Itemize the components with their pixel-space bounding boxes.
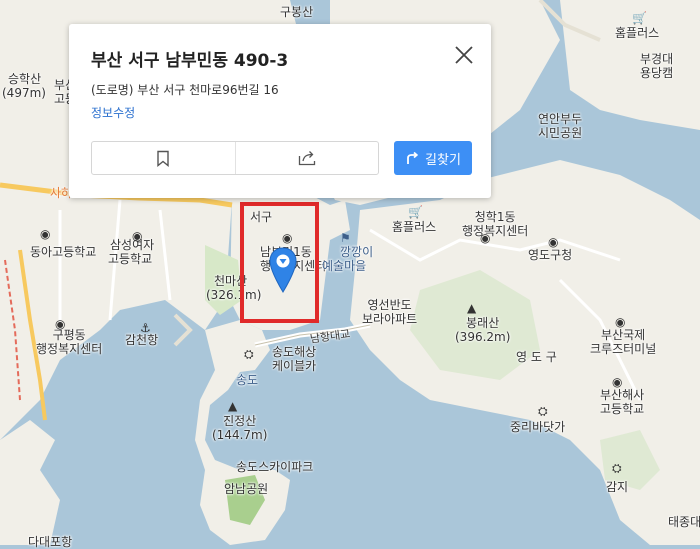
- edit-info-link[interactable]: 정보수정: [91, 104, 135, 121]
- label-songdo-cable-2: 케이블카: [272, 359, 317, 373]
- action-button-group: [91, 141, 379, 175]
- poi-marker-icon: ◉: [480, 231, 491, 245]
- share-button[interactable]: [234, 142, 379, 174]
- place-title: 부산 서구 남부민동 490-3: [91, 51, 289, 71]
- close-icon[interactable]: [453, 44, 475, 66]
- label-gganggangi-2: 예술마을: [322, 259, 367, 273]
- label-gamji: 감지: [606, 480, 629, 494]
- label-yeonanbudu-2: 시민공원: [538, 126, 583, 140]
- poi-marker-icon: ◉: [55, 317, 66, 331]
- mountain-icon: ⚓: [140, 321, 151, 335]
- share-icon: [298, 151, 315, 166]
- label-yeongseon-1: 영선반도: [367, 298, 412, 312]
- mountain-icon: ⛭: [538, 404, 548, 418]
- label-homeplus2: 홈플러스: [392, 220, 437, 234]
- label-samsung-girls-2: 고등학교: [108, 252, 153, 266]
- cart-icon: 🛒: [408, 205, 423, 219]
- label-gamcheonhang: 감천항: [125, 333, 159, 347]
- label-yeonanbudu-1: 연안부두: [538, 112, 583, 126]
- flag-icon: ⚑: [340, 231, 351, 245]
- label-bongraesan-1: 봉래산: [466, 316, 500, 330]
- label-guppyeong: 구평동 행정복지센터: [36, 328, 102, 356]
- label-gubongsan: 구봉산: [280, 5, 314, 19]
- label-jungri: 중리바닷가: [510, 420, 566, 434]
- label-busan-cruise: 부산국제 크루즈터미널: [590, 328, 656, 356]
- label-guppyeong-1: 구평동: [52, 328, 86, 342]
- label-busan-cruise-2: 크루즈터미널: [590, 342, 657, 356]
- route-icon: [407, 151, 419, 164]
- label-busan-cruise-1: 부산국제: [601, 328, 646, 342]
- label-yeongseon: 영선반도 보라아파트: [362, 298, 417, 326]
- poi-marker-icon: ◉: [612, 375, 623, 389]
- label-bugyeong-1: 부경대: [640, 52, 674, 66]
- label-gganggangi: 깡깡이 예술마을: [322, 245, 373, 273]
- road-address: (도로명) 부산 서구 천마로96번길 16: [91, 83, 279, 97]
- label-seunghaksan-ele: (497m): [2, 86, 46, 100]
- mountain-icon: ▲: [467, 301, 477, 315]
- poi-marker-icon: ◉: [132, 229, 143, 243]
- location-pin-icon[interactable]: [269, 246, 297, 294]
- label-taejong: 태종대: [668, 515, 700, 529]
- poi-marker-icon: ◉: [615, 315, 626, 329]
- label-busan-haesa-1: 부산해사: [600, 388, 645, 402]
- label-seunghaksan-name: 승학산: [8, 72, 42, 86]
- label-dong-a-hs: 동아고등학교: [30, 245, 97, 259]
- label-jinjeongsan: 진정산 (144.7m): [212, 414, 267, 442]
- label-dadaepo: 다대포항: [28, 535, 73, 549]
- route-button[interactable]: 길찾기: [394, 141, 472, 175]
- bookmark-button[interactable]: [92, 142, 235, 174]
- label-bugyeong-2: 용당캠: [640, 66, 674, 80]
- label-yeongdo-gu: 영 도 구: [516, 350, 557, 364]
- label-yeongseon-2: 보라아파트: [362, 312, 418, 326]
- label-songdo-cable: 송도해상 케이블카: [272, 345, 316, 373]
- bookmark-icon: [157, 150, 169, 167]
- cart-icon: 🛒: [632, 11, 647, 25]
- label-busan-haesa: 부산해사 고등학교: [600, 388, 644, 416]
- label-amnam: 암남공원: [224, 482, 269, 496]
- label-bugyeong: 부경대 용당캠: [640, 52, 673, 80]
- label-cheonghak1-1: 청학1동: [474, 210, 516, 224]
- label-bongraesan: 봉래산 (396.2m): [455, 316, 510, 344]
- label-yeongdo-office: 영도구청: [528, 248, 573, 262]
- poi-marker-icon: ◉: [40, 227, 51, 241]
- label-homeplus1: 홈플러스: [615, 26, 660, 40]
- label-songdo-cable-1: 송도해상: [272, 345, 317, 359]
- label-jinjeongsan-1: 진정산: [223, 414, 257, 428]
- label-jinjeongsan-2: (144.7m): [212, 428, 268, 442]
- mountain-icon: ⛭: [612, 461, 622, 475]
- label-cheonghak1: 청학1동 행정복지센터: [462, 210, 528, 238]
- label-yeonanbudu: 연안부두 시민공원: [538, 112, 582, 140]
- label-songdo: 송도: [236, 373, 259, 387]
- place-info-card: 부산 서구 남부민동 490-3 (도로명) 부산 서구 천마로96번길 16 …: [69, 24, 491, 198]
- label-cheonghak1-2: 행정복지센터: [462, 224, 529, 238]
- label-seunghaksan: 승학산 (497m): [2, 72, 46, 100]
- mountain-icon: ▲: [228, 399, 238, 413]
- mountain-icon: ⛭: [244, 347, 254, 361]
- label-songdo-sky: 송도스카이파크: [236, 460, 314, 474]
- poi-marker-icon: ◉: [548, 235, 559, 249]
- label-gganggangi-1: 깡깡이: [340, 245, 374, 259]
- label-busan-haesa-2: 고등학교: [600, 402, 645, 416]
- label-guppyeong-2: 행정복지센터: [36, 342, 103, 356]
- route-button-label: 길찾기: [425, 152, 461, 168]
- label-bongraesan-2: (396.2m): [455, 330, 511, 344]
